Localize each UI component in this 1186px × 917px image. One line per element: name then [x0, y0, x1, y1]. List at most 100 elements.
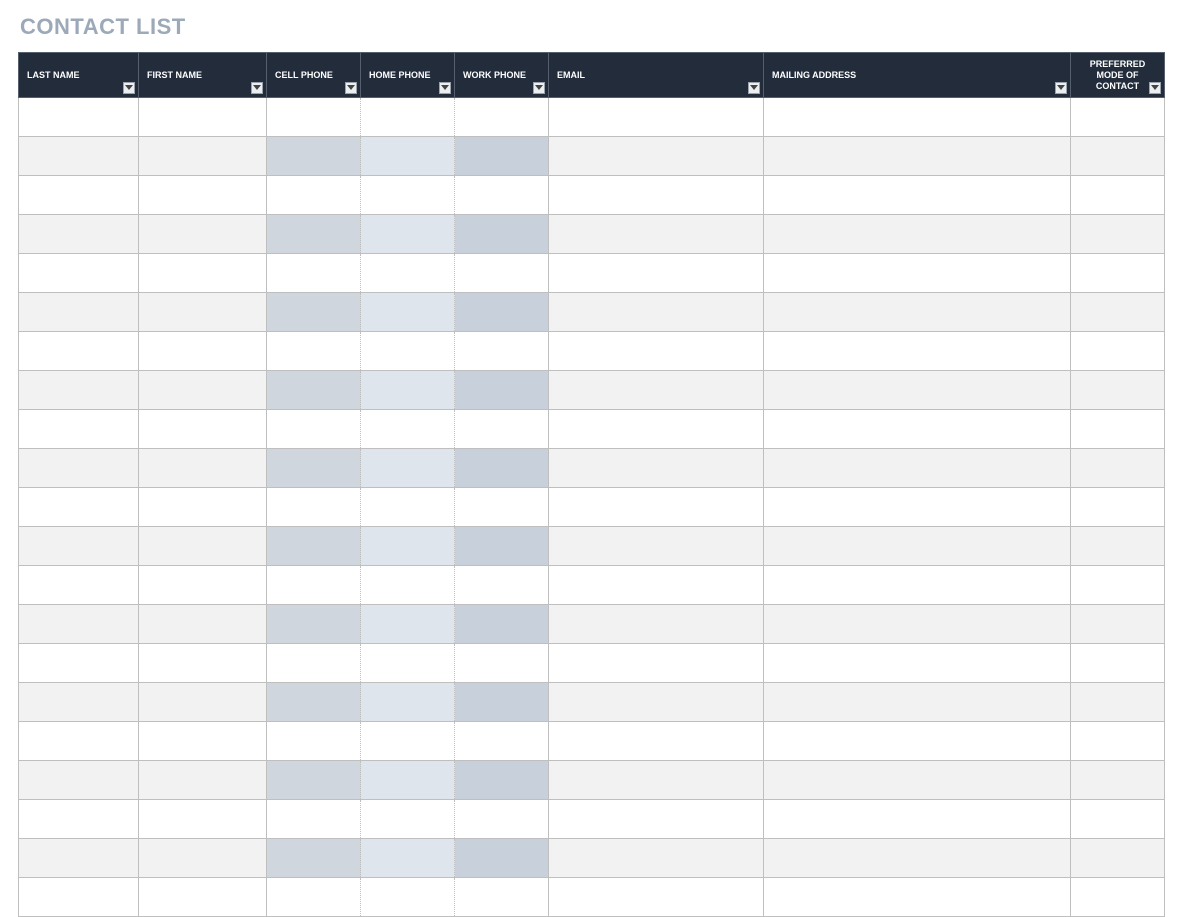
cell-email[interactable] — [549, 878, 764, 917]
cell-last-name[interactable] — [19, 644, 139, 683]
cell-email[interactable] — [549, 566, 764, 605]
cell-email[interactable] — [549, 722, 764, 761]
filter-email[interactable] — [748, 82, 760, 94]
cell-email[interactable] — [549, 800, 764, 839]
cell-work-phone[interactable] — [455, 215, 549, 254]
filter-first-name[interactable] — [251, 82, 263, 94]
cell-cell-phone[interactable] — [267, 722, 361, 761]
cell-email[interactable] — [549, 410, 764, 449]
cell-preferred-mode[interactable] — [1071, 527, 1165, 566]
cell-mailing-address[interactable] — [764, 605, 1071, 644]
cell-mailing-address[interactable] — [764, 488, 1071, 527]
cell-preferred-mode[interactable] — [1071, 800, 1165, 839]
col-home-phone[interactable]: HOME PHONE — [361, 53, 455, 98]
cell-email[interactable] — [549, 371, 764, 410]
cell-work-phone[interactable] — [455, 527, 549, 566]
cell-work-phone[interactable] — [455, 761, 549, 800]
cell-first-name[interactable] — [139, 644, 267, 683]
cell-home-phone[interactable] — [361, 410, 455, 449]
cell-first-name[interactable] — [139, 566, 267, 605]
cell-cell-phone[interactable] — [267, 878, 361, 917]
cell-last-name[interactable] — [19, 488, 139, 527]
cell-last-name[interactable] — [19, 605, 139, 644]
cell-email[interactable] — [549, 527, 764, 566]
cell-mailing-address[interactable] — [764, 410, 1071, 449]
cell-cell-phone[interactable] — [267, 644, 361, 683]
cell-last-name[interactable] — [19, 332, 139, 371]
cell-preferred-mode[interactable] — [1071, 371, 1165, 410]
cell-cell-phone[interactable] — [267, 293, 361, 332]
cell-first-name[interactable] — [139, 98, 267, 137]
cell-cell-phone[interactable] — [267, 137, 361, 176]
cell-last-name[interactable] — [19, 839, 139, 878]
cell-mailing-address[interactable] — [764, 878, 1071, 917]
cell-email[interactable] — [549, 98, 764, 137]
cell-first-name[interactable] — [139, 254, 267, 293]
cell-preferred-mode[interactable] — [1071, 761, 1165, 800]
cell-cell-phone[interactable] — [267, 527, 361, 566]
cell-work-phone[interactable] — [455, 176, 549, 215]
col-email[interactable]: EMAIL — [549, 53, 764, 98]
cell-work-phone[interactable] — [455, 98, 549, 137]
cell-cell-phone[interactable] — [267, 410, 361, 449]
cell-email[interactable] — [549, 761, 764, 800]
cell-mailing-address[interactable] — [764, 176, 1071, 215]
cell-mailing-address[interactable] — [764, 644, 1071, 683]
cell-last-name[interactable] — [19, 878, 139, 917]
cell-work-phone[interactable] — [455, 137, 549, 176]
cell-home-phone[interactable] — [361, 722, 455, 761]
cell-preferred-mode[interactable] — [1071, 722, 1165, 761]
cell-work-phone[interactable] — [455, 605, 549, 644]
cell-mailing-address[interactable] — [764, 137, 1071, 176]
cell-preferred-mode[interactable] — [1071, 137, 1165, 176]
cell-preferred-mode[interactable] — [1071, 878, 1165, 917]
cell-first-name[interactable] — [139, 176, 267, 215]
cell-first-name[interactable] — [139, 371, 267, 410]
cell-mailing-address[interactable] — [764, 722, 1071, 761]
cell-work-phone[interactable] — [455, 878, 549, 917]
cell-mailing-address[interactable] — [764, 449, 1071, 488]
cell-home-phone[interactable] — [361, 605, 455, 644]
cell-work-phone[interactable] — [455, 254, 549, 293]
cell-cell-phone[interactable] — [267, 449, 361, 488]
cell-cell-phone[interactable] — [267, 605, 361, 644]
cell-home-phone[interactable] — [361, 878, 455, 917]
cell-email[interactable] — [549, 293, 764, 332]
cell-cell-phone[interactable] — [267, 566, 361, 605]
cell-last-name[interactable] — [19, 254, 139, 293]
cell-work-phone[interactable] — [455, 410, 549, 449]
cell-cell-phone[interactable] — [267, 215, 361, 254]
cell-cell-phone[interactable] — [267, 176, 361, 215]
cell-mailing-address[interactable] — [764, 527, 1071, 566]
cell-preferred-mode[interactable] — [1071, 176, 1165, 215]
cell-preferred-mode[interactable] — [1071, 98, 1165, 137]
cell-mailing-address[interactable] — [764, 761, 1071, 800]
cell-mailing-address[interactable] — [764, 566, 1071, 605]
filter-cell-phone[interactable] — [345, 82, 357, 94]
cell-email[interactable] — [549, 488, 764, 527]
cell-home-phone[interactable] — [361, 332, 455, 371]
cell-cell-phone[interactable] — [267, 683, 361, 722]
cell-home-phone[interactable] — [361, 683, 455, 722]
cell-home-phone[interactable] — [361, 527, 455, 566]
col-preferred-mode[interactable]: PREFERRED MODE OF CONTACT — [1071, 53, 1165, 98]
cell-cell-phone[interactable] — [267, 800, 361, 839]
cell-last-name[interactable] — [19, 722, 139, 761]
cell-email[interactable] — [549, 176, 764, 215]
cell-work-phone[interactable] — [455, 566, 549, 605]
cell-first-name[interactable] — [139, 449, 267, 488]
cell-work-phone[interactable] — [455, 683, 549, 722]
cell-last-name[interactable] — [19, 371, 139, 410]
cell-last-name[interactable] — [19, 527, 139, 566]
cell-email[interactable] — [549, 644, 764, 683]
cell-email[interactable] — [549, 332, 764, 371]
cell-preferred-mode[interactable] — [1071, 332, 1165, 371]
cell-mailing-address[interactable] — [764, 254, 1071, 293]
filter-mailing-address[interactable] — [1055, 82, 1067, 94]
cell-work-phone[interactable] — [455, 371, 549, 410]
col-last-name[interactable]: LAST NAME — [19, 53, 139, 98]
cell-email[interactable] — [549, 839, 764, 878]
filter-home-phone[interactable] — [439, 82, 451, 94]
cell-work-phone[interactable] — [455, 839, 549, 878]
cell-cell-phone[interactable] — [267, 488, 361, 527]
